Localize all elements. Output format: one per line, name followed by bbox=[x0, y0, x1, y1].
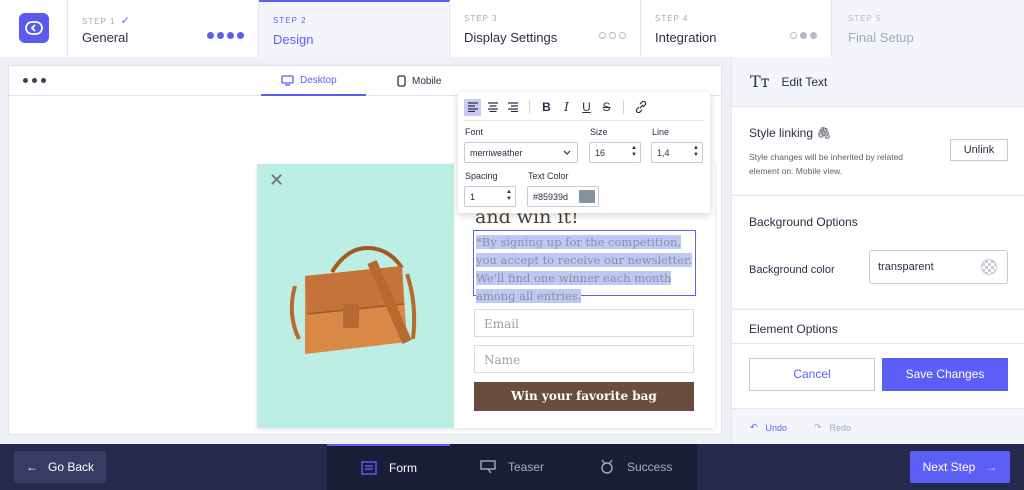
email-field[interactable]: Email bbox=[474, 309, 694, 337]
step-display-settings[interactable]: STEP 3 Display Settings bbox=[450, 0, 641, 57]
step-final-setup[interactable]: STEP 5 Final Setup bbox=[832, 0, 1024, 57]
progress-dots bbox=[207, 32, 244, 39]
undo-icon: ↶ bbox=[750, 422, 758, 432]
save-changes-button[interactable]: Save Changes bbox=[882, 358, 1008, 391]
step-number: STEP 5 bbox=[848, 14, 882, 23]
check-icon: ✓ bbox=[120, 15, 131, 27]
background-options-section: Background Options Background color tran… bbox=[732, 195, 1024, 308]
stepper-arrows-icon[interactable]: ▲ ▼ bbox=[506, 189, 512, 203]
progress-dots bbox=[790, 32, 817, 39]
next-step-button[interactable]: Next Step → bbox=[910, 451, 1010, 483]
progress-dots bbox=[599, 32, 626, 39]
size-label: Size bbox=[590, 127, 608, 137]
text-icon: Tт bbox=[750, 72, 770, 91]
text-color-label: Text Color bbox=[528, 171, 569, 181]
mobile-label: Mobile bbox=[412, 75, 442, 87]
style-linking-section: Style linking 🖇 Style changes will be in… bbox=[732, 106, 1024, 194]
step-number: STEP 1 bbox=[82, 17, 116, 26]
font-label: Font bbox=[465, 127, 484, 137]
align-left-icon[interactable] bbox=[464, 98, 481, 116]
form-icon bbox=[361, 461, 377, 475]
tab-success[interactable]: Success bbox=[573, 444, 697, 490]
action-bar: Cancel Save Changes bbox=[732, 343, 1024, 408]
properties-panel: Tт Edit Text Style linking 🖇 Style chang… bbox=[731, 57, 1024, 444]
align-right-icon[interactable] bbox=[504, 99, 521, 116]
logo-area bbox=[0, 0, 68, 57]
desktop-view-tab[interactable]: Desktop bbox=[261, 66, 366, 96]
align-center-icon[interactable] bbox=[484, 99, 501, 116]
underline-icon[interactable]: U bbox=[578, 99, 595, 116]
step-label: Final Setup bbox=[848, 30, 914, 45]
italic-icon[interactable]: I bbox=[558, 99, 575, 116]
trophy-icon bbox=[601, 459, 613, 474]
arrow-right-icon: → bbox=[985, 460, 998, 474]
bottom-navigation: ← Go Back Form Teaser Success Next Step → bbox=[0, 444, 1024, 490]
style-linking-title: Style linking 🖇 bbox=[749, 126, 832, 140]
panel-title: Edit Text bbox=[781, 74, 828, 89]
background-options-title: Background Options bbox=[749, 215, 858, 229]
chevron-down-icon bbox=[563, 150, 571, 155]
spacing-label: Spacing bbox=[465, 171, 498, 181]
link-icon[interactable] bbox=[632, 99, 649, 116]
style-linking-desc: Style changes will be inherited by relat… bbox=[749, 152, 904, 176]
size-stepper[interactable]: 16 ▲ ▼ bbox=[589, 142, 641, 163]
stepper-arrows-icon[interactable]: ▲ ▼ bbox=[693, 145, 699, 159]
step-number: STEP 2 bbox=[273, 16, 307, 25]
redo-button[interactable]: ↷ Redo bbox=[814, 422, 851, 433]
step-label: General bbox=[82, 30, 129, 45]
strikethrough-icon[interactable]: S bbox=[598, 99, 615, 116]
cancel-button[interactable]: Cancel bbox=[749, 358, 875, 391]
product-image: ✕ bbox=[257, 164, 454, 428]
name-field[interactable]: Name bbox=[474, 345, 694, 373]
selected-disclaimer-text[interactable]: *By signing up for the competition, you … bbox=[473, 230, 696, 303]
color-swatch[interactable] bbox=[579, 190, 595, 203]
cta-button[interactable]: Win your favorite bag bbox=[474, 382, 694, 411]
undo-button[interactable]: ↶ Undo bbox=[750, 422, 787, 433]
leather-bag-image bbox=[289, 245, 417, 354]
panel-header: Tт Edit Text bbox=[732, 57, 1024, 106]
step-integration[interactable]: STEP 4 Integration bbox=[641, 0, 832, 57]
format-toolbar: B I U S bbox=[464, 97, 649, 117]
tab-teaser[interactable]: Teaser bbox=[450, 444, 573, 490]
step-label: Design bbox=[273, 32, 314, 47]
app-logo-icon[interactable] bbox=[19, 13, 49, 43]
step-number: STEP 4 bbox=[655, 14, 689, 23]
line-label: Line bbox=[652, 127, 670, 137]
mobile-icon bbox=[397, 75, 406, 87]
text-format-panel: B I U S Font merriweather Size 16 ▲ ▼ Line… bbox=[458, 92, 710, 213]
paperclip-icon: 🖇 bbox=[816, 126, 832, 140]
font-select[interactable]: merriweather bbox=[464, 142, 578, 163]
step-number: STEP 3 bbox=[464, 14, 498, 23]
line-height-stepper[interactable]: 1,4 ▲ ▼ bbox=[651, 142, 703, 163]
text-color-input[interactable]: #85939d bbox=[527, 186, 599, 207]
close-icon[interactable]: ✕ bbox=[269, 170, 284, 191]
spacing-stepper[interactable]: 1 ▲ ▼ bbox=[464, 186, 516, 207]
arrow-left-icon: ← bbox=[25, 460, 38, 474]
step-label: Display Settings bbox=[464, 30, 558, 45]
wizard-steps-bar: STEP 1 ✓ General STEP 2 Design STEP 3 Di… bbox=[0, 0, 1024, 57]
stepper-arrows-icon[interactable]: ▲ ▼ bbox=[631, 145, 637, 159]
element-options-title: Element Options bbox=[749, 322, 838, 336]
bold-icon[interactable]: B bbox=[538, 99, 555, 116]
history-bar: ↶ Undo ↷ Redo bbox=[732, 408, 1024, 444]
unlink-button[interactable]: Unlink bbox=[950, 139, 1008, 161]
background-color-input[interactable]: transparent bbox=[869, 250, 1008, 284]
redo-icon: ↷ bbox=[814, 422, 822, 432]
more-menu-icon[interactable] bbox=[23, 78, 46, 83]
go-back-button[interactable]: ← Go Back bbox=[14, 451, 106, 483]
desktop-label: Desktop bbox=[300, 74, 337, 86]
tab-form[interactable]: Form bbox=[327, 444, 450, 490]
desktop-icon bbox=[281, 74, 294, 86]
mobile-view-tab[interactable]: Mobile bbox=[377, 66, 461, 96]
transparent-swatch-icon[interactable] bbox=[981, 259, 997, 275]
teaser-icon bbox=[480, 460, 496, 474]
step-design[interactable]: STEP 2 Design bbox=[259, 0, 450, 57]
step-general[interactable]: STEP 1 ✓ General bbox=[68, 0, 259, 57]
step-label: Integration bbox=[655, 30, 717, 45]
